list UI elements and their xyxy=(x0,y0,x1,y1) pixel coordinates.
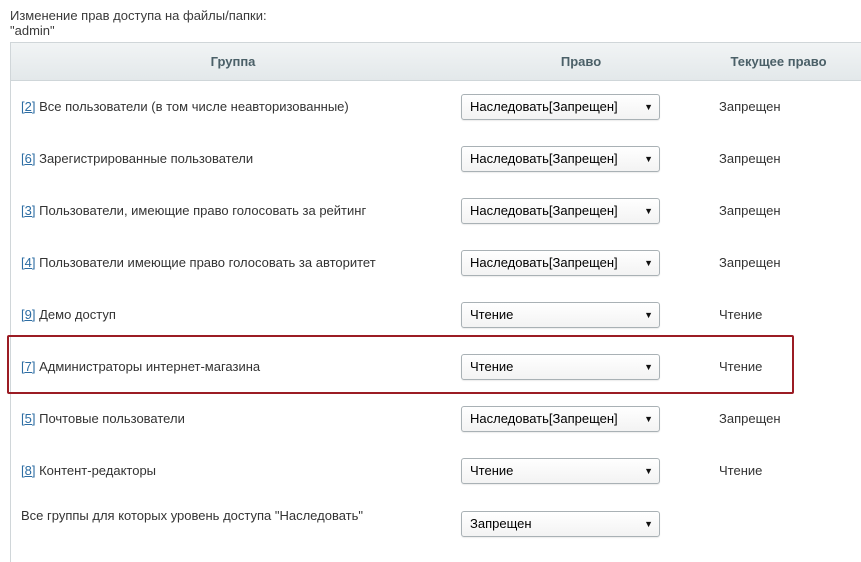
permission-select[interactable]: Наследовать[Запрещен] ▼ xyxy=(461,146,660,172)
chevron-down-icon: ▼ xyxy=(644,519,653,529)
permission-select-value: Запрещен xyxy=(470,516,532,531)
group-name: Демо доступ xyxy=(39,307,116,322)
group-id-link[interactable]: [8] xyxy=(21,463,35,478)
group-name: Зарегистрированные пользователи xyxy=(39,151,254,166)
current-right: Чтение xyxy=(719,463,763,478)
heading-line-2: "admin" xyxy=(10,23,55,38)
table-row: [5] Почтовые пользователи Наследовать[За… xyxy=(11,393,861,446)
permission-select[interactable]: Чтение ▼ xyxy=(461,302,660,328)
permission-select[interactable]: Наследовать[Запрещен] ▼ xyxy=(461,250,660,276)
permission-select-value: Чтение xyxy=(470,463,514,478)
group-id-link[interactable]: [6] xyxy=(21,151,35,166)
group-name: Пользователи, имеющие право голосовать з… xyxy=(39,203,367,218)
permission-select[interactable]: Чтение ▼ xyxy=(461,354,660,380)
table-row: [3] Пользователи, имеющие право голосова… xyxy=(11,185,861,238)
page-heading: Изменение прав доступа на файлы/папки: "… xyxy=(10,8,267,38)
group-id-link[interactable]: [9] xyxy=(21,307,35,322)
permissions-table: Группа Право Текущее право [2] Все польз… xyxy=(10,42,861,562)
current-right: Запрещен xyxy=(719,203,781,218)
permission-select-value: Чтение xyxy=(470,359,514,374)
table-row: [4] Пользователи имеющие право голосоват… xyxy=(11,237,861,290)
permission-select[interactable]: Наследовать[Запрещен] ▼ xyxy=(461,94,660,120)
chevron-down-icon: ▼ xyxy=(644,310,653,320)
permission-select-value: Наследовать[Запрещен] xyxy=(470,255,618,270)
header-right: Право xyxy=(560,54,602,69)
group-name: Почтовые пользователи xyxy=(39,411,185,426)
table-row: [2] Все пользователи (в том числе неавто… xyxy=(11,81,861,134)
table-row: [9] Демо доступ Чтение ▼ Чтение xyxy=(11,289,861,342)
inherit-label: Все группы для которых уровень доступа "… xyxy=(21,508,363,523)
table-row: [7] Администраторы интернет-магазина Чте… xyxy=(11,341,861,394)
current-right: Чтение xyxy=(719,359,763,374)
permission-select-value: Наследовать[Запрещен] xyxy=(470,203,618,218)
group-id-link[interactable]: [3] xyxy=(21,203,35,218)
group-name: Администраторы интернет-магазина xyxy=(39,359,261,374)
group-id-link[interactable]: [7] xyxy=(21,359,35,374)
chevron-down-icon: ▼ xyxy=(644,206,653,216)
permission-select[interactable]: Наследовать[Запрещен] ▼ xyxy=(461,198,660,224)
inherit-permission-select[interactable]: Запрещен ▼ xyxy=(461,511,660,537)
group-id-link[interactable]: [2] xyxy=(21,99,35,114)
chevron-down-icon: ▼ xyxy=(644,466,653,476)
header-group: Группа xyxy=(210,54,256,69)
header-current-right: Текущее право xyxy=(730,54,827,69)
current-right: Запрещен xyxy=(719,151,781,166)
chevron-down-icon: ▼ xyxy=(644,362,653,372)
current-right: Чтение xyxy=(719,307,763,322)
permission-select[interactable]: Чтение ▼ xyxy=(461,458,660,484)
chevron-down-icon: ▼ xyxy=(644,414,653,424)
permission-select-value: Наследовать[Запрещен] xyxy=(470,151,618,166)
group-id-link[interactable]: [5] xyxy=(21,411,35,426)
table-row: [6] Зарегистрированные пользователи Насл… xyxy=(11,133,861,186)
heading-line-1: Изменение прав доступа на файлы/папки: xyxy=(10,8,267,23)
chevron-down-icon: ▼ xyxy=(644,102,653,112)
group-id-link[interactable]: [4] xyxy=(21,255,35,270)
chevron-down-icon: ▼ xyxy=(644,258,653,268)
group-name: Все пользователи (в том числе неавторизо… xyxy=(39,99,349,114)
current-right: Запрещен xyxy=(719,411,781,426)
permission-select-value: Наследовать[Запрещен] xyxy=(470,99,618,114)
table-header: Группа Право Текущее право xyxy=(11,43,861,81)
table-row: [8] Контент-редакторы Чтение ▼ Чтение xyxy=(11,445,861,498)
permission-select-value: Чтение xyxy=(470,307,514,322)
inherit-row: Все группы для которых уровень доступа "… xyxy=(11,497,861,557)
current-right: Запрещен xyxy=(719,255,781,270)
group-name: Контент-редакторы xyxy=(39,463,157,478)
permission-select[interactable]: Наследовать[Запрещен] ▼ xyxy=(461,406,660,432)
chevron-down-icon: ▼ xyxy=(644,154,653,164)
group-name: Пользователи имеющие право голосовать за… xyxy=(39,255,376,270)
current-right: Запрещен xyxy=(719,99,781,114)
permission-select-value: Наследовать[Запрещен] xyxy=(470,411,618,426)
